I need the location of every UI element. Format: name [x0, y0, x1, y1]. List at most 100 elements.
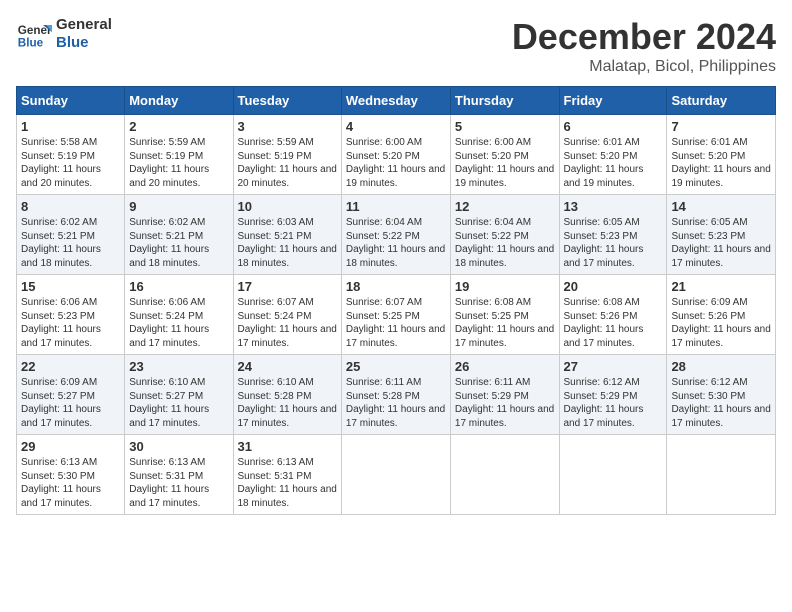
location-title: Malatap, Bicol, Philippines — [512, 58, 776, 76]
logo: General Blue General Blue — [16, 16, 112, 52]
day-info: Sunrise: 6:02 AM Sunset: 5:21 PM Dayligh… — [21, 216, 120, 270]
day-cell: 2 Sunrise: 5:59 AM Sunset: 5:19 PM Daylig… — [125, 115, 233, 195]
day-info: Sunrise: 6:11 AM Sunset: 5:28 PM Dayligh… — [346, 376, 446, 430]
logo-text: General Blue — [56, 16, 112, 52]
day-info: Sunrise: 6:10 AM Sunset: 5:28 PM Dayligh… — [238, 376, 337, 430]
week-row-3: 22 Sunrise: 6:09 AM Sunset: 5:27 PM Dayli… — [17, 355, 776, 435]
day-cell: 29 Sunrise: 6:13 AM Sunset: 5:30 PM Dayli… — [17, 435, 125, 515]
day-info: Sunrise: 6:08 AM Sunset: 5:25 PM Dayligh… — [455, 296, 555, 350]
day-cell: 30Sunrise: 6:13 AM Sunset: 5:31 PM Dayli… — [125, 435, 233, 515]
day-number: 27 — [564, 359, 663, 374]
day-number: 19 — [455, 279, 555, 294]
month-title: December 2024 — [512, 16, 776, 58]
day-number: 12 — [455, 199, 555, 214]
week-row-0: 1 Sunrise: 5:58 AM Sunset: 5:19 PM Daylig… — [17, 115, 776, 195]
day-number: 31 — [238, 439, 337, 454]
col-thursday: Thursday — [450, 87, 559, 115]
day-info: Sunrise: 6:07 AM Sunset: 5:24 PM Dayligh… — [238, 296, 337, 350]
day-number: 21 — [671, 279, 771, 294]
day-number: 11 — [346, 199, 446, 214]
day-info: Sunrise: 6:10 AM Sunset: 5:27 PM Dayligh… — [129, 376, 228, 430]
day-info: Sunrise: 6:05 AM Sunset: 5:23 PM Dayligh… — [564, 216, 663, 270]
day-number: 30 — [129, 439, 228, 454]
day-number: 24 — [238, 359, 337, 374]
day-number: 14 — [671, 199, 771, 214]
col-saturday: Saturday — [667, 87, 776, 115]
svg-text:Blue: Blue — [18, 37, 44, 50]
day-cell: 11 Sunrise: 6:04 AM Sunset: 5:22 PM Dayli… — [341, 195, 450, 275]
col-friday: Friday — [559, 87, 667, 115]
day-info: Sunrise: 6:11 AM Sunset: 5:29 PM Dayligh… — [455, 376, 555, 430]
day-number: 1 — [21, 119, 120, 134]
day-info: Sunrise: 6:04 AM Sunset: 5:22 PM Dayligh… — [346, 216, 446, 270]
page-header: General Blue General Blue December 2024 … — [16, 16, 776, 76]
day-number: 20 — [564, 279, 663, 294]
day-info: Sunrise: 6:13 AM Sunset: 5:30 PM Dayligh… — [21, 456, 120, 510]
header-row: Sunday Monday Tuesday Wednesday Thursday… — [17, 87, 776, 115]
day-cell: 27 Sunrise: 6:12 AM Sunset: 5:29 PM Dayli… — [559, 355, 667, 435]
day-info: Sunrise: 5:59 AM Sunset: 5:19 PM Dayligh… — [238, 136, 337, 190]
day-info: Sunrise: 6:00 AM Sunset: 5:20 PM Dayligh… — [455, 136, 555, 190]
day-cell — [559, 435, 667, 515]
day-cell: 18Sunrise: 6:07 AM Sunset: 5:25 PM Dayli… — [341, 275, 450, 355]
day-info: Sunrise: 6:01 AM Sunset: 5:20 PM Dayligh… — [564, 136, 663, 190]
day-number: 22 — [21, 359, 120, 374]
day-number: 7 — [671, 119, 771, 134]
day-number: 10 — [238, 199, 337, 214]
week-row-4: 29 Sunrise: 6:13 AM Sunset: 5:30 PM Dayli… — [17, 435, 776, 515]
day-number: 6 — [564, 119, 663, 134]
day-info: Sunrise: 6:08 AM Sunset: 5:26 PM Dayligh… — [564, 296, 663, 350]
day-info: Sunrise: 6:09 AM Sunset: 5:27 PM Dayligh… — [21, 376, 120, 430]
day-cell: 5Sunrise: 6:00 AM Sunset: 5:20 PM Daylig… — [450, 115, 559, 195]
day-cell: 8Sunrise: 6:02 AM Sunset: 5:21 PM Daylig… — [17, 195, 125, 275]
day-number: 29 — [21, 439, 120, 454]
day-cell: 24 Sunrise: 6:10 AM Sunset: 5:28 PM Dayli… — [233, 355, 341, 435]
day-cell: 3Sunrise: 5:59 AM Sunset: 5:19 PM Daylig… — [233, 115, 341, 195]
day-cell: 31 Sunrise: 6:13 AM Sunset: 5:31 PM Dayli… — [233, 435, 341, 515]
day-info: Sunrise: 6:04 AM Sunset: 5:22 PM Dayligh… — [455, 216, 555, 270]
logo-icon: General Blue — [16, 16, 52, 52]
day-info: Sunrise: 5:59 AM Sunset: 5:19 PM Dayligh… — [129, 136, 228, 190]
day-cell: 7 Sunrise: 6:01 AM Sunset: 5:20 PM Daylig… — [667, 115, 776, 195]
day-cell: 9Sunrise: 6:02 AM Sunset: 5:21 PM Daylig… — [125, 195, 233, 275]
day-info: Sunrise: 6:01 AM Sunset: 5:20 PM Dayligh… — [671, 136, 771, 190]
day-number: 26 — [455, 359, 555, 374]
day-number: 15 — [21, 279, 120, 294]
day-number: 17 — [238, 279, 337, 294]
day-cell: 21Sunrise: 6:09 AM Sunset: 5:26 PM Dayli… — [667, 275, 776, 355]
day-cell: 23 Sunrise: 6:10 AM Sunset: 5:27 PM Dayli… — [125, 355, 233, 435]
day-cell: 28 Sunrise: 6:12 AM Sunset: 5:30 PM Dayli… — [667, 355, 776, 435]
title-area: December 2024 Malatap, Bicol, Philippine… — [512, 16, 776, 76]
day-info: Sunrise: 6:05 AM Sunset: 5:23 PM Dayligh… — [671, 216, 771, 270]
day-info: Sunrise: 6:00 AM Sunset: 5:20 PM Dayligh… — [346, 136, 446, 190]
day-number: 28 — [671, 359, 771, 374]
day-info: Sunrise: 5:58 AM Sunset: 5:19 PM Dayligh… — [21, 136, 120, 190]
day-cell — [667, 435, 776, 515]
day-cell: 25Sunrise: 6:11 AM Sunset: 5:28 PM Dayli… — [341, 355, 450, 435]
day-number: 23 — [129, 359, 228, 374]
day-cell: 12 Sunrise: 6:04 AM Sunset: 5:22 PM Dayli… — [450, 195, 559, 275]
day-cell: 13 Sunrise: 6:05 AM Sunset: 5:23 PM Dayli… — [559, 195, 667, 275]
day-info: Sunrise: 6:02 AM Sunset: 5:21 PM Dayligh… — [129, 216, 228, 270]
day-info: Sunrise: 6:12 AM Sunset: 5:30 PM Dayligh… — [671, 376, 771, 430]
day-number: 2 — [129, 119, 228, 134]
day-cell: 4 Sunrise: 6:00 AM Sunset: 5:20 PM Daylig… — [341, 115, 450, 195]
day-cell: 1 Sunrise: 5:58 AM Sunset: 5:19 PM Daylig… — [17, 115, 125, 195]
day-info: Sunrise: 6:13 AM Sunset: 5:31 PM Dayligh… — [238, 456, 337, 510]
day-number: 13 — [564, 199, 663, 214]
day-number: 18 — [346, 279, 446, 294]
day-cell: 10 Sunrise: 6:03 AM Sunset: 5:21 PM Dayli… — [233, 195, 341, 275]
day-number: 4 — [346, 119, 446, 134]
day-cell: 14 Sunrise: 6:05 AM Sunset: 5:23 PM Dayli… — [667, 195, 776, 275]
week-row-2: 15Sunrise: 6:06 AM Sunset: 5:23 PM Dayli… — [17, 275, 776, 355]
day-cell: 20 Sunrise: 6:08 AM Sunset: 5:26 PM Dayli… — [559, 275, 667, 355]
day-info: Sunrise: 6:03 AM Sunset: 5:21 PM Dayligh… — [238, 216, 337, 270]
day-cell — [450, 435, 559, 515]
calendar-table: Sunday Monday Tuesday Wednesday Thursday… — [16, 86, 776, 515]
day-cell: 15Sunrise: 6:06 AM Sunset: 5:23 PM Dayli… — [17, 275, 125, 355]
day-info: Sunrise: 6:06 AM Sunset: 5:24 PM Dayligh… — [129, 296, 228, 350]
col-sunday: Sunday — [17, 87, 125, 115]
col-monday: Monday — [125, 87, 233, 115]
day-cell: 22 Sunrise: 6:09 AM Sunset: 5:27 PM Dayli… — [17, 355, 125, 435]
day-info: Sunrise: 6:12 AM Sunset: 5:29 PM Dayligh… — [564, 376, 663, 430]
